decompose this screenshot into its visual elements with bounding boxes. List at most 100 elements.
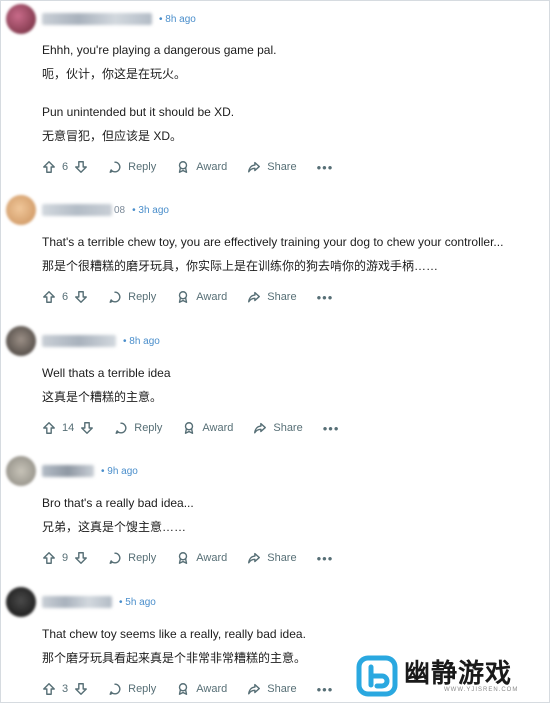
more-options-button[interactable]: ••• bbox=[317, 160, 334, 175]
site-watermark: 幽静游戏 WWW.YJISREN.COM bbox=[356, 652, 546, 700]
avatar[interactable] bbox=[6, 195, 36, 225]
award-label: Award bbox=[196, 291, 228, 303]
share-label: Share bbox=[267, 291, 297, 303]
downvote-icon[interactable] bbox=[80, 421, 94, 435]
comment-text: That's a terrible chew toy, you are effe… bbox=[42, 235, 504, 249]
comment-text: Bro that's a really bad idea... bbox=[42, 496, 194, 510]
downvote-icon[interactable] bbox=[74, 551, 88, 565]
watermark-text: 幽静游戏 WWW.YJISREN.COM bbox=[404, 659, 518, 693]
avatar[interactable] bbox=[6, 456, 36, 486]
upvote-icon[interactable] bbox=[42, 551, 56, 565]
avatar[interactable] bbox=[6, 587, 36, 617]
more-options-button[interactable]: ••• bbox=[323, 421, 340, 436]
comment-actions: 14 Reply Award Share ••• bbox=[42, 418, 339, 438]
award-label: Award bbox=[196, 161, 228, 173]
timestamp: • 8h ago bbox=[123, 335, 160, 347]
reply-label: Reply bbox=[134, 422, 163, 434]
award-button[interactable]: Award bbox=[176, 160, 227, 174]
vote-count: 6 bbox=[62, 161, 69, 173]
reply-label: Reply bbox=[128, 683, 157, 695]
comment-text: 那是个很糟糕的磨牙玩具，你实际上是在训练你的狗去啃你的游戏手柄…… bbox=[42, 259, 439, 273]
award-icon bbox=[185, 422, 194, 434]
watermark-name: 幽静游戏 bbox=[404, 658, 513, 688]
vote-controls: 9 bbox=[42, 551, 88, 565]
comment-actions: 6 Reply Award Share ••• bbox=[42, 157, 333, 177]
upvote-icon[interactable] bbox=[42, 290, 56, 304]
comment: • 8h ago Well thats a terrible idea 这真是个… bbox=[0, 326, 550, 446]
reply-button[interactable]: Reply bbox=[108, 551, 156, 565]
award-label: Award bbox=[196, 683, 228, 695]
comment-actions: 3 Reply Award Share ••• bbox=[42, 679, 333, 699]
comment-text: Well thats a terrible idea bbox=[42, 366, 171, 380]
comment: 08 • 3h ago That's a terrible chew toy, … bbox=[0, 195, 550, 315]
reply-button[interactable]: Reply bbox=[108, 682, 156, 696]
timestamp: • 9h ago bbox=[101, 465, 138, 477]
avatar[interactable] bbox=[6, 4, 36, 34]
username-blurred[interactable] bbox=[42, 13, 152, 25]
reply-icon bbox=[109, 552, 121, 564]
username-blurred[interactable] bbox=[42, 204, 112, 216]
reply-icon bbox=[109, 683, 121, 695]
award-button[interactable]: Award bbox=[176, 290, 227, 304]
award-label: Award bbox=[202, 422, 234, 434]
comment-actions: 9 Reply Award Share ••• bbox=[42, 548, 333, 568]
comment-header: • 8h ago bbox=[6, 326, 160, 356]
more-options-button[interactable]: ••• bbox=[317, 551, 334, 566]
comment-text: 无意冒犯，但应该是 XD。 bbox=[42, 129, 183, 143]
comment-text: 呃，伙计，你这是在玩火。 bbox=[42, 67, 187, 81]
vote-controls: 6 bbox=[42, 290, 88, 304]
reply-button[interactable]: Reply bbox=[114, 421, 162, 435]
reply-icon bbox=[109, 291, 121, 303]
reply-button[interactable]: Reply bbox=[108, 290, 156, 304]
share-button[interactable]: Share bbox=[247, 160, 297, 174]
reply-label: Reply bbox=[128, 291, 157, 303]
downvote-icon[interactable] bbox=[74, 160, 88, 174]
comment-actions: 6 Reply Award Share ••• bbox=[42, 287, 333, 307]
share-icon bbox=[248, 552, 261, 564]
award-button[interactable]: Award bbox=[182, 421, 233, 435]
timestamp: • 5h ago bbox=[119, 596, 156, 608]
vote-count: 6 bbox=[62, 291, 69, 303]
watermark-logo-icon bbox=[356, 655, 398, 697]
vote-count: 9 bbox=[62, 552, 69, 564]
share-button[interactable]: Share bbox=[253, 421, 303, 435]
share-button[interactable]: Share bbox=[247, 682, 297, 696]
more-options-button[interactable]: ••• bbox=[317, 290, 334, 305]
comment-text: 这真是个糟糕的主意。 bbox=[42, 390, 163, 404]
downvote-icon[interactable] bbox=[74, 290, 88, 304]
comment-header: • 8h ago bbox=[6, 4, 196, 34]
vote-count: 14 bbox=[62, 422, 75, 434]
share-icon bbox=[248, 683, 261, 695]
timestamp: • 8h ago bbox=[159, 13, 196, 25]
award-button[interactable]: Award bbox=[176, 682, 227, 696]
share-label: Share bbox=[267, 683, 297, 695]
upvote-icon[interactable] bbox=[42, 682, 56, 696]
share-icon bbox=[248, 291, 261, 303]
comment-text: That chew toy seems like a really, reall… bbox=[42, 627, 306, 641]
share-label: Share bbox=[267, 552, 297, 564]
share-button[interactable]: Share bbox=[247, 551, 297, 565]
award-button[interactable]: Award bbox=[176, 551, 227, 565]
share-label: Share bbox=[267, 161, 297, 173]
comment-text: 那个磨牙玩具看起来真是个非常非常糟糕的主意。 bbox=[42, 651, 307, 665]
vote-controls: 6 bbox=[42, 160, 88, 174]
username-suffix: 08 bbox=[114, 204, 126, 216]
comment-header: • 5h ago bbox=[6, 587, 156, 617]
upvote-icon[interactable] bbox=[42, 421, 56, 435]
reply-icon bbox=[115, 422, 127, 434]
comment: • 9h ago Bro that's a really bad idea...… bbox=[0, 456, 550, 576]
avatar[interactable] bbox=[6, 326, 36, 356]
downvote-icon[interactable] bbox=[74, 682, 88, 696]
username-blurred[interactable] bbox=[42, 465, 94, 477]
comment-text: Pun unintended but it should be XD. bbox=[42, 105, 235, 119]
upvote-icon[interactable] bbox=[42, 160, 56, 174]
more-options-button[interactable]: ••• bbox=[317, 682, 334, 697]
reply-button[interactable]: Reply bbox=[108, 160, 156, 174]
comment-text: 兄弟，这真是个馊主意…… bbox=[42, 520, 187, 534]
vote-controls: 3 bbox=[42, 682, 88, 696]
username-blurred[interactable] bbox=[42, 335, 116, 347]
comment: • 8h ago Ehhh, you're playing a dangerou… bbox=[0, 4, 550, 184]
share-button[interactable]: Share bbox=[247, 290, 297, 304]
share-icon bbox=[254, 422, 267, 434]
username-blurred[interactable] bbox=[42, 596, 112, 608]
